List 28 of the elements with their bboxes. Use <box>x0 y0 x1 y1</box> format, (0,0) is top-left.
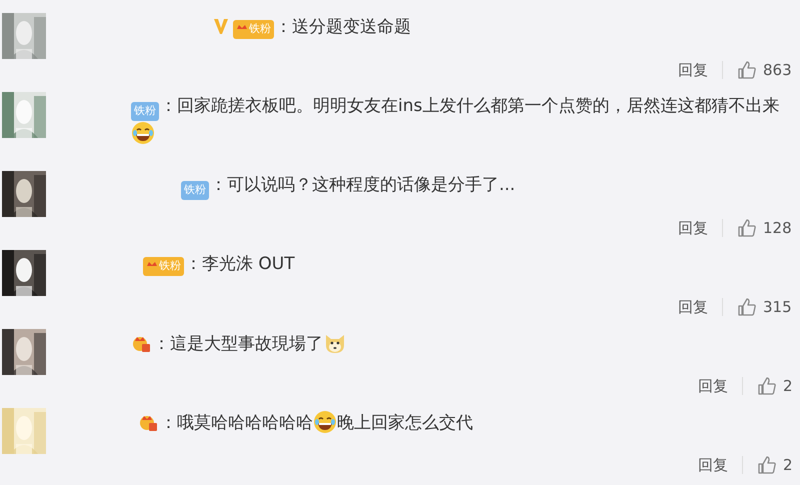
fan-badge: 铁粉 <box>131 102 159 120</box>
thumbs-up-icon[interactable] <box>737 297 757 317</box>
like-count: 315 <box>763 298 792 316</box>
comment-text: ：回家跪搓衣板吧。明明女友在ins上发什么都第一个点赞的，居然连这都猜不出来 <box>160 96 780 116</box>
like-count: 2 <box>783 377 793 395</box>
comment-text: 晚上回家怎么交代 <box>337 413 473 433</box>
reply-link[interactable]: 回复 <box>698 376 728 396</box>
reply-link[interactable]: 回复 <box>678 60 708 80</box>
laughing-emoji-icon <box>313 410 337 434</box>
reply-link[interactable]: 回复 <box>678 298 708 316</box>
like-count: 128 <box>763 219 792 237</box>
thumbs-up-icon[interactable] <box>737 218 757 238</box>
like-count: 2 <box>783 456 793 474</box>
comment-text: ：李光洙 OUT <box>185 254 295 274</box>
comment-text: ：送分题变送命题 <box>275 17 411 37</box>
thumbs-up-icon[interactable] <box>757 376 777 396</box>
reply-link[interactable]: 回复 <box>678 218 708 238</box>
fan-badge: 铁粉 <box>233 20 274 38</box>
fan-badge: 铁粉 <box>143 256 184 276</box>
reply-link[interactable]: 回复 <box>698 456 728 474</box>
laughing-emoji-icon <box>131 120 155 144</box>
fan-badge: 铁粉 <box>181 180 209 200</box>
comment-text: ：可以说吗？这种程度的话像是分手了... <box>210 175 516 195</box>
like-count: 863 <box>763 61 792 79</box>
comment-text: ：哦莫哈哈哈哈哈哈 <box>160 413 313 433</box>
thumbs-up-icon[interactable] <box>757 455 777 475</box>
comment-text: ：這是大型事故現場了 <box>153 334 323 354</box>
thumbs-up-icon[interactable] <box>737 60 757 80</box>
